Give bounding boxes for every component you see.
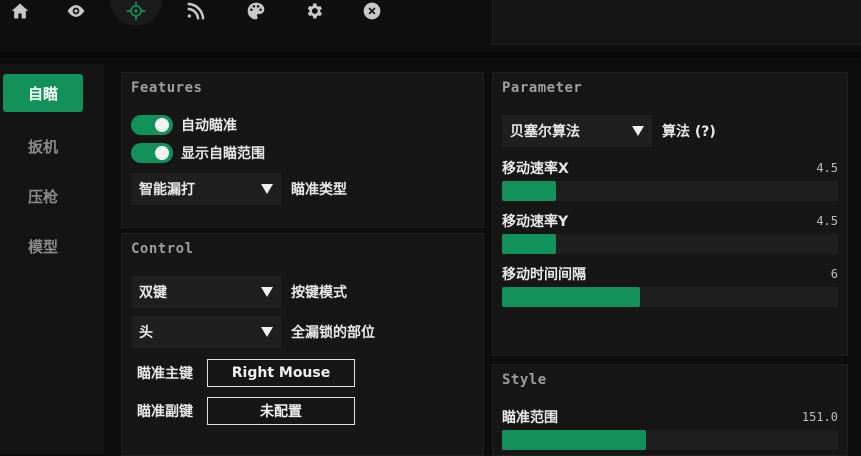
- auto-aim-toggle[interactable]: [131, 115, 173, 135]
- palette-icon: [247, 2, 265, 20]
- speed-y-slider: 移动速率Y 4.5: [502, 212, 838, 254]
- header-divider: [0, 52, 861, 58]
- body-part-row: 头 全漏锁的部位: [131, 316, 375, 348]
- gear-icon: [307, 3, 322, 19]
- control-title: Control: [131, 241, 194, 257]
- slider-fill: [502, 430, 647, 450]
- slider-track[interactable]: [502, 234, 838, 254]
- style-title: Style: [502, 372, 547, 388]
- key-mode-select[interactable]: 双键: [131, 276, 281, 308]
- aim-type-select[interactable]: 智能漏打: [131, 173, 281, 205]
- sidebar-item-model[interactable]: 模型: [3, 227, 83, 265]
- features-panel: Features 自动瞄准 显示自瞄范围 智能漏打 瞄准类型: [121, 72, 484, 228]
- aim-type-row: 智能漏打 瞄准类型: [131, 173, 347, 205]
- show-range-toggle[interactable]: [131, 143, 173, 163]
- chevron-down-icon: [261, 327, 273, 337]
- slider-label: 瞄准范围: [502, 410, 558, 426]
- body-part-select[interactable]: 头: [131, 316, 281, 348]
- tab-settings[interactable]: [294, 0, 334, 22]
- show-range-label: 显示自瞄范围: [181, 146, 265, 162]
- sidebar-item-aimbot[interactable]: 自瞄: [3, 74, 83, 112]
- tab-home[interactable]: [0, 0, 40, 22]
- tab-visuals[interactable]: [56, 0, 96, 22]
- toggle-knob: [155, 146, 169, 160]
- aim-range-slider: 瞄准范围 151.0: [502, 408, 838, 450]
- tab-style[interactable]: [236, 0, 276, 22]
- chevron-down-icon: [632, 126, 644, 136]
- toggle-knob: [155, 118, 169, 132]
- secondary-key-button[interactable]: 未配置: [207, 397, 355, 425]
- sidebar-item-trigger[interactable]: 扳机: [3, 127, 83, 165]
- slider-label: 移动速率Y: [502, 214, 569, 230]
- key-mode-row: 双键 按键模式: [131, 276, 347, 308]
- algorithm-select[interactable]: 贝塞尔算法: [502, 115, 652, 147]
- crosshair-icon: [126, 1, 146, 21]
- slider-track[interactable]: [502, 430, 838, 450]
- control-panel: Control 双键 按键模式 头 全漏锁的部位 瞄准主键 Right Mous…: [121, 233, 484, 456]
- primary-key-button[interactable]: Right Mouse: [207, 359, 355, 387]
- interval-slider: 移动时间间隔 6: [502, 265, 838, 307]
- body-part-label: 全漏锁的部位: [291, 325, 375, 341]
- parameter-title: Parameter: [502, 80, 583, 96]
- features-title: Features: [131, 80, 203, 96]
- slider-label: 移动时间间隔: [502, 267, 586, 283]
- algorithm-row: 贝塞尔算法 算法 (?): [502, 115, 716, 147]
- sidebar: 自瞄 扳机 压枪 模型: [0, 64, 104, 454]
- secondary-key-row: 瞄准副键 未配置: [137, 396, 355, 426]
- slider-value: 4.5: [816, 214, 838, 228]
- sidebar-item-label: 扳机: [27, 137, 58, 156]
- top-bar: [0, 0, 861, 52]
- eye-icon: [67, 5, 85, 17]
- auto-aim-row: 自动瞄准: [131, 114, 237, 136]
- primary-key-row: 瞄准主键 Right Mouse: [137, 358, 355, 388]
- top-right-panel: [492, 0, 861, 45]
- primary-key-label: 瞄准主键: [137, 366, 193, 382]
- slider-track[interactable]: [502, 181, 838, 201]
- show-range-row: 显示自瞄范围: [131, 142, 265, 164]
- aim-type-label: 瞄准类型: [291, 182, 347, 198]
- slider-value: 6: [830, 267, 838, 281]
- body-part-value: 头: [139, 325, 153, 341]
- close-icon: [363, 2, 381, 20]
- tab-exit[interactable]: [352, 0, 392, 22]
- style-panel: Style 瞄准范围 151.0: [492, 364, 848, 456]
- aim-type-value: 智能漏打: [139, 182, 195, 198]
- algorithm-value: 贝塞尔算法: [510, 124, 580, 140]
- sidebar-item-label: 自瞄: [27, 84, 58, 103]
- secondary-key-label: 瞄准副键: [137, 404, 193, 420]
- slider-fill: [502, 234, 556, 254]
- slider-fill: [502, 287, 640, 307]
- speed-x-slider: 移动速率X 4.5: [502, 159, 838, 201]
- tab-radar[interactable]: [176, 0, 216, 22]
- tab-aim[interactable]: [116, 0, 156, 22]
- sidebar-item-label: 压枪: [27, 187, 58, 206]
- slider-value: 151.0: [801, 410, 838, 424]
- parameter-panel: Parameter 贝塞尔算法 算法 (?) 移动速率X 4.5 移动速率Y 4…: [492, 72, 848, 356]
- signal-icon: [187, 2, 205, 20]
- algorithm-label: 算法 (?): [662, 124, 716, 140]
- key-mode-value: 双键: [139, 285, 167, 301]
- key-mode-label: 按键模式: [291, 285, 347, 301]
- slider-label: 移动速率X: [502, 161, 569, 177]
- sidebar-item-recoil[interactable]: 压枪: [3, 177, 83, 215]
- sidebar-item-label: 模型: [27, 237, 58, 256]
- chevron-down-icon: [261, 184, 273, 194]
- auto-aim-label: 自动瞄准: [181, 118, 237, 134]
- slider-track[interactable]: [502, 287, 838, 307]
- chevron-down-icon: [261, 287, 273, 297]
- slider-fill: [502, 181, 556, 201]
- slider-value: 4.5: [816, 161, 838, 175]
- home-icon: [11, 3, 29, 19]
